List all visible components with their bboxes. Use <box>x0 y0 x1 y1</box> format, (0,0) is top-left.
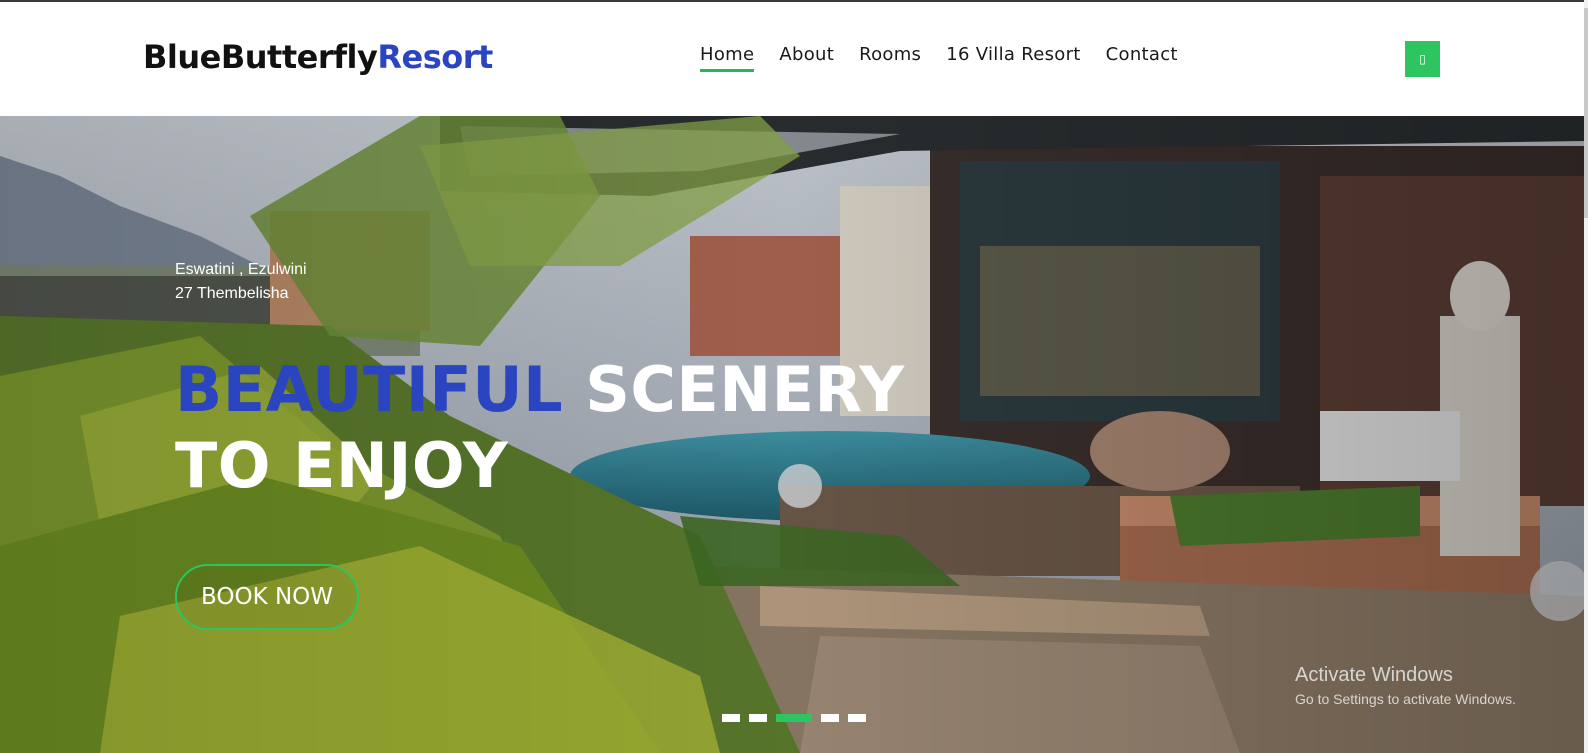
menu-icon: ▯ <box>1419 52 1426 66</box>
location-line-2: 27 Thembelisha <box>175 285 289 302</box>
hero-content: Eswatini , Ezulwini 27 Thembelisha BEAUT… <box>175 258 905 630</box>
headline-line-2: TO ENJOY <box>175 429 509 502</box>
nav-rooms[interactable]: Rooms <box>859 44 921 71</box>
menu-button[interactable]: ▯ <box>1405 41 1440 77</box>
main-nav: Home About Rooms 16 Villa Resort Contact <box>700 44 1178 72</box>
logo-primary-text: BlueButterfly <box>143 38 378 76</box>
scrollbar-thumb[interactable] <box>1584 8 1588 218</box>
location-line-1: Eswatini , Ezulwini <box>175 261 307 278</box>
logo-accent-text: Resort <box>377 38 493 76</box>
site-header: BlueButterflyResort Home About Rooms 16 … <box>0 2 1584 116</box>
book-now-button[interactable]: BOOK NOW <box>175 564 360 630</box>
hero-slider: Eswatini , Ezulwini 27 Thembelisha BEAUT… <box>0 116 1584 753</box>
nav-about[interactable]: About <box>779 44 834 71</box>
windows-activation-watermark: Activate Windows Go to Settings to activ… <box>1295 664 1516 707</box>
headline-word: SCENERY <box>585 353 905 426</box>
nav-contact[interactable]: Contact <box>1106 44 1178 71</box>
watermark-title: Activate Windows <box>1295 664 1453 686</box>
nav-home[interactable]: Home <box>700 44 755 72</box>
watermark-subtitle: Go to Settings to activate Windows. <box>1295 691 1516 707</box>
slide-dot[interactable] <box>749 714 767 722</box>
slide-dot[interactable] <box>722 714 740 722</box>
hero-headline: BEAUTIFUL SCENERY TO ENJOY <box>175 352 905 504</box>
page-scrollbar[interactable] <box>1584 0 1588 753</box>
nav-villa-resort[interactable]: 16 Villa Resort <box>946 44 1080 71</box>
slide-dot-active[interactable] <box>776 714 812 722</box>
site-logo[interactable]: BlueButterflyResort <box>143 38 493 76</box>
slide-dot[interactable] <box>848 714 866 722</box>
slide-dot[interactable] <box>821 714 839 722</box>
headline-highlight: BEAUTIFUL <box>175 353 564 426</box>
slider-pagination <box>722 714 866 722</box>
